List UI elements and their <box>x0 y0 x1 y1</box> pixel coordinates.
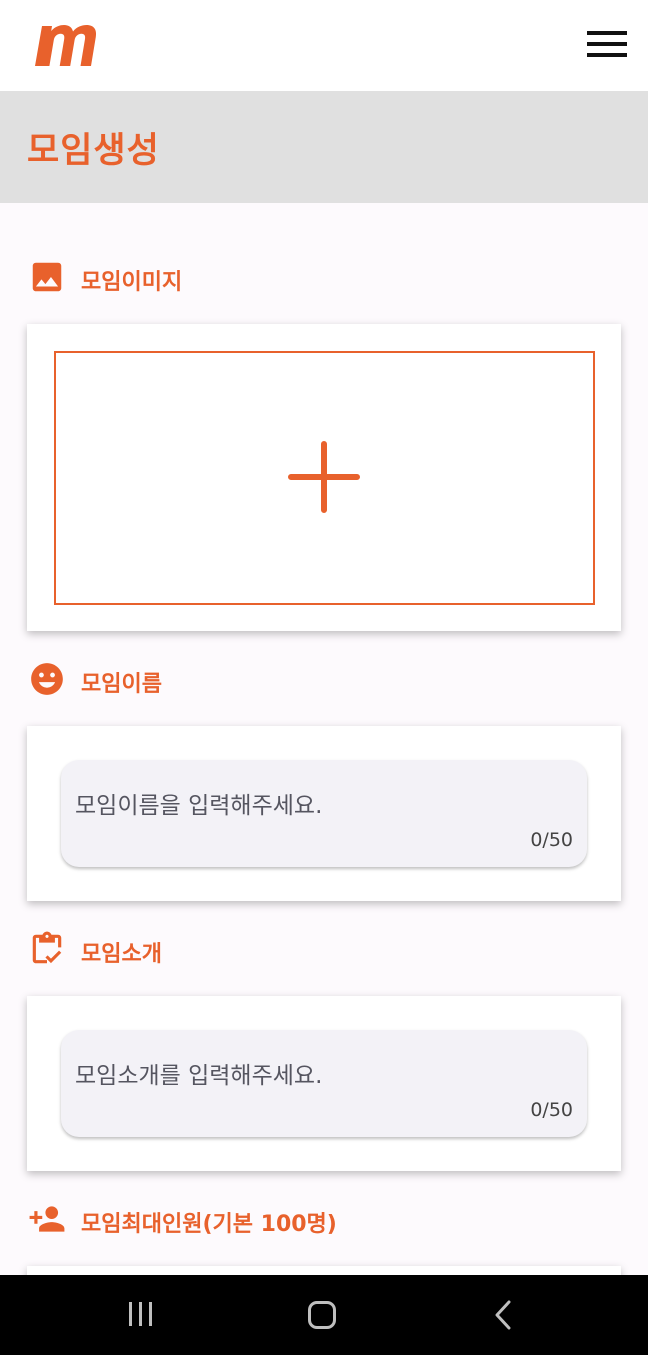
name-card: 모임이름을 입력해주세요. 0/50 <box>27 726 621 901</box>
group-intro-placeholder: 모임소개를 입력해주세요. <box>75 1063 323 1089</box>
hamburger-icon[interactable] <box>584 26 630 62</box>
section-name-label: 모임이름 <box>81 672 162 697</box>
home-icon[interactable] <box>308 1301 336 1329</box>
image-icon <box>32 262 62 292</box>
intro-card: 모임소개를 입력해주세요. 0/50 <box>27 996 621 1171</box>
section-max-members-label: 모임최대인원(기본 100명) <box>81 1212 337 1237</box>
plus-icon <box>288 441 360 513</box>
group-intro-input[interactable]: 모임소개를 입력해주세요. 0/50 <box>61 1030 587 1137</box>
group-name-counter: 0/50 <box>530 829 573 851</box>
page-title-bar: 모임생성 <box>0 91 648 203</box>
person-add-icon <box>29 1206 65 1232</box>
group-name-input[interactable]: 모임이름을 입력해주세요. 0/50 <box>61 760 587 867</box>
group-name-placeholder: 모임이름을 입력해주세요. <box>75 793 323 819</box>
recent-apps-icon[interactable] <box>126 1300 156 1328</box>
m-logo-icon[interactable] <box>32 20 98 68</box>
image-card <box>27 324 621 631</box>
section-image-label: 모임이미지 <box>81 270 183 295</box>
smiley-icon <box>31 663 63 695</box>
app-bar <box>0 0 648 91</box>
section-intro-label: 모임소개 <box>81 942 162 967</box>
page-title: 모임생성 <box>27 131 160 171</box>
group-intro-counter: 0/50 <box>530 1099 573 1121</box>
system-nav-bar <box>0 1275 648 1355</box>
clipboard-check-icon <box>32 931 62 964</box>
image-upload-area[interactable] <box>54 351 595 605</box>
back-icon[interactable] <box>490 1299 520 1331</box>
